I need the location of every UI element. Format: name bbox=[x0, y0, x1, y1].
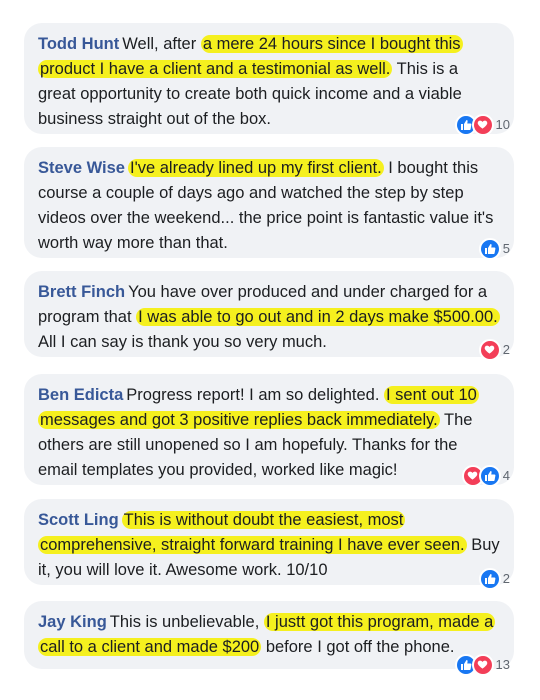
comment-author[interactable]: Scott Ling bbox=[38, 511, 119, 529]
reaction-summary[interactable]: 10 bbox=[454, 112, 510, 137]
highlighted-text: I was able to go out and in 2 days make … bbox=[136, 308, 500, 326]
love-icon bbox=[478, 338, 501, 361]
comment-author[interactable]: Jay King bbox=[38, 613, 107, 631]
reaction-count: 13 bbox=[495, 657, 510, 672]
comment-author[interactable]: Brett Finch bbox=[38, 283, 125, 301]
love-icon bbox=[471, 653, 494, 676]
like-icon bbox=[478, 464, 501, 487]
comment-bubble: Brett Finch You have over produced and un… bbox=[24, 271, 514, 361]
comment-text-segment: Well, after bbox=[122, 35, 201, 53]
reaction-count: 4 bbox=[502, 468, 510, 483]
comment-author[interactable]: Steve Wise bbox=[38, 159, 125, 177]
reaction-count: 10 bbox=[495, 117, 510, 132]
highlighted-text: I've already lined up my first client. bbox=[127, 159, 384, 177]
reaction-summary[interactable]: 2 bbox=[478, 566, 510, 591]
reaction-summary[interactable]: 13 bbox=[454, 652, 510, 677]
reaction-summary[interactable]: 5 bbox=[478, 236, 510, 261]
comment-text-segment: before I got off the phone. bbox=[261, 638, 455, 656]
comment-bubble: Ben Edicta Progress report! I am so delig… bbox=[24, 374, 514, 488]
comment-bubble: Todd Hunt Well, after a mere 24 hours sin… bbox=[24, 23, 514, 137]
comment-feed: Todd Hunt Well, after a mere 24 hours sin… bbox=[0, 0, 540, 700]
like-icon bbox=[478, 237, 501, 260]
reaction-count: 5 bbox=[502, 241, 510, 256]
comment-text-segment: All I can say is thank you so very much. bbox=[38, 333, 327, 351]
comment-bubble: Jay King This is unbelievable, I justt go… bbox=[24, 601, 514, 676]
reaction-summary[interactable]: 4 bbox=[461, 463, 510, 488]
love-icon bbox=[471, 113, 494, 136]
reaction-summary[interactable]: 2 bbox=[478, 337, 510, 362]
reaction-count: 2 bbox=[502, 571, 510, 586]
comment-text-segment: Progress report! I am so delighted. bbox=[126, 386, 384, 404]
comment-bubble: Scott Ling This is without doubt the easi… bbox=[24, 499, 514, 590]
comment-author[interactable]: Todd Hunt bbox=[38, 35, 119, 53]
like-icon bbox=[478, 567, 501, 590]
reaction-count: 2 bbox=[502, 342, 510, 357]
comment-author[interactable]: Ben Edicta bbox=[38, 386, 123, 404]
comment-bubble: Steve Wise I've already lined up my first… bbox=[24, 147, 514, 261]
comment-text-segment: This is unbelievable, bbox=[109, 613, 264, 631]
